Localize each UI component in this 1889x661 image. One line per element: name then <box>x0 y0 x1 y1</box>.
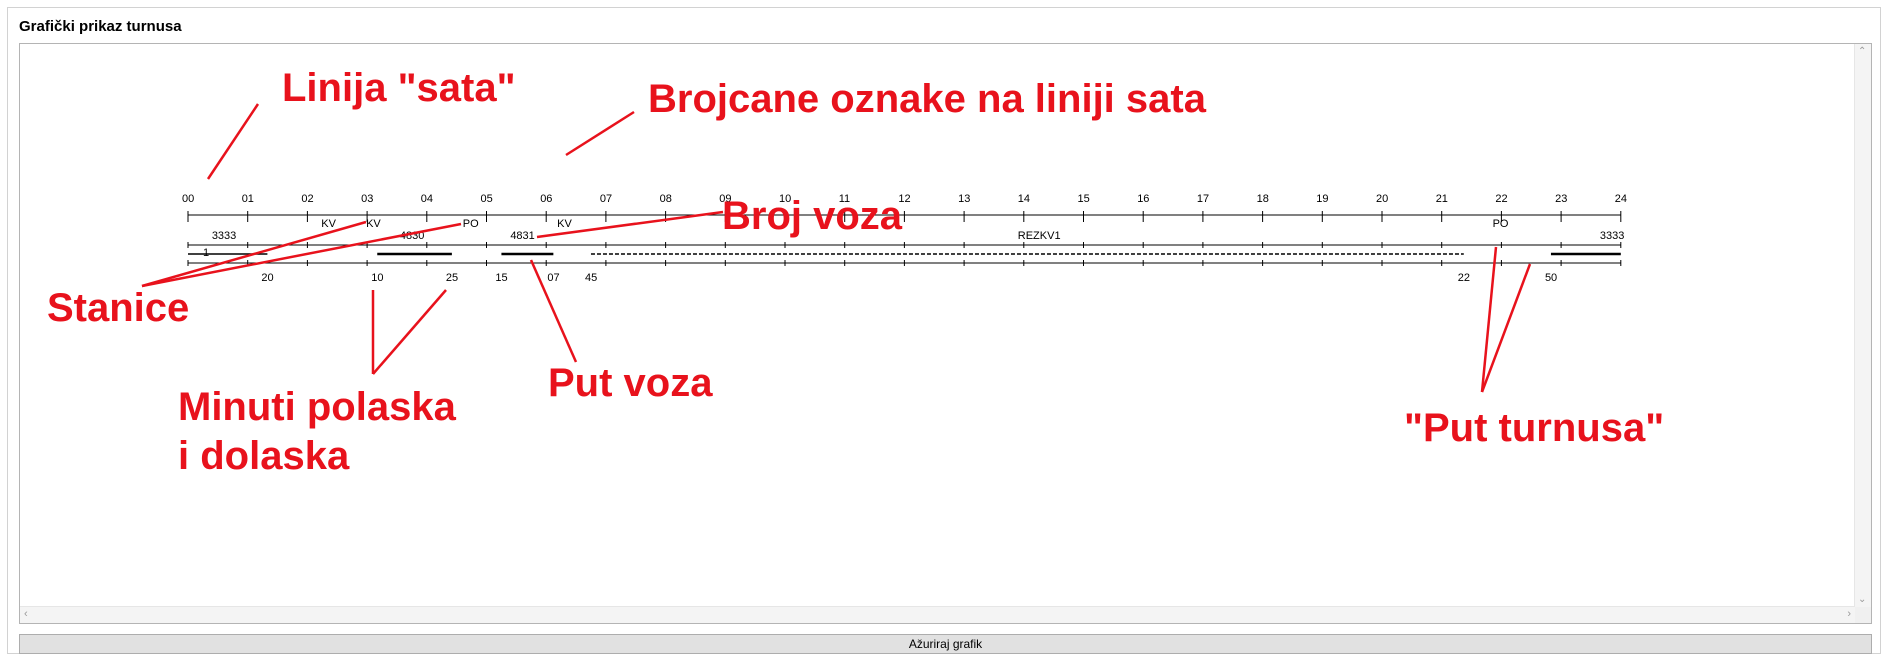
hour-tick-label: 21 <box>1436 193 1448 205</box>
station-label: KV <box>366 218 381 230</box>
annotation-hour-numbers: Brojcane oznake na liniji sata <box>648 77 1207 121</box>
hour-tick-label: 06 <box>540 193 552 205</box>
annotation-pointer-hour-line <box>206 103 260 180</box>
station-label: PO <box>1493 218 1509 230</box>
annotation-minutes-line1: Minuti polaska <box>178 385 457 429</box>
station-label: PO <box>463 218 479 230</box>
timeline-labels: KV KV PO KV PO3333 4830 4831 REZKV1 3333120 10 25 1… <box>203 218 1624 284</box>
minute-label: 10 <box>371 272 383 284</box>
annotation-train-number: Broj voza <box>722 194 903 238</box>
minute-label: 45 <box>585 272 597 284</box>
scrollbar-corner <box>1855 607 1871 623</box>
annotation-pointer-hour-numbers <box>565 110 635 157</box>
hour-tick-label: 17 <box>1197 193 1209 205</box>
scroll-left-icon[interactable]: ‹ <box>24 608 28 620</box>
minute-label: 50 <box>1545 272 1557 284</box>
minute-label: 20 <box>261 272 273 284</box>
minute-label: 07 <box>547 272 559 284</box>
update-graph-button[interactable]: Ažuriraj grafik <box>19 634 1872 654</box>
minute-label: 25 <box>446 272 458 284</box>
rotation-graph: 00 01 02 03 04 05 06 07 08 09 10 11 12 13 14 15 16 17 18 19… <box>47 66 1664 478</box>
hour-tick-label: 20 <box>1376 193 1388 205</box>
hour-tick-label: 19 <box>1316 193 1328 205</box>
hour-tick-label: 04 <box>421 193 433 205</box>
hour-tick-label: 07 <box>600 193 612 205</box>
train-number-label: REZKV1 <box>1018 230 1061 242</box>
station-label: KV <box>557 218 572 230</box>
train-number-label: 4831 <box>510 230 534 242</box>
annotations: Linija "sata" Brojcane oznake na liniji … <box>47 66 1664 478</box>
rotation-day-marker: 1 <box>203 247 209 259</box>
horizontal-scrollbar[interactable]: ‹ › <box>20 606 1855 623</box>
hour-tick-label: 03 <box>361 193 373 205</box>
hour-tick-label: 22 <box>1495 193 1507 205</box>
hour-tick-label: 08 <box>660 193 672 205</box>
vertical-scrollbar[interactable]: ⌃ ⌄ <box>1854 44 1871 607</box>
minute-label: 22 <box>1458 272 1470 284</box>
annotation-pointer-minutes-2 <box>372 289 447 375</box>
scroll-right-icon[interactable]: › <box>1847 608 1851 620</box>
scroll-up-icon[interactable]: ⌃ <box>1858 46 1866 57</box>
hour-tick-label: 16 <box>1137 193 1149 205</box>
train-number-label: 3333 <box>212 230 236 242</box>
annotation-train-path: Put voza <box>548 361 713 405</box>
graph-viewport[interactable]: 00 01 02 03 04 05 06 07 08 09 10 11 12 13 14 15 16 17 18 19… <box>19 43 1872 624</box>
scroll-down-icon[interactable]: ⌄ <box>1858 594 1866 605</box>
hour-tick-label: 13 <box>958 193 970 205</box>
annotation-hour-line: Linija "sata" <box>282 66 516 110</box>
train-number-label: 3333 <box>1600 230 1624 242</box>
hour-tick-label: 05 <box>481 193 493 205</box>
hour-tick-label: 23 <box>1555 193 1567 205</box>
hour-tick-label: 18 <box>1257 193 1269 205</box>
hour-tick-label: 24 <box>1615 193 1627 205</box>
hour-tick-label: 15 <box>1078 193 1090 205</box>
hour-tick-label: 00 <box>182 193 194 205</box>
hour-tick-label: 02 <box>301 193 313 205</box>
hour-tick-label: 14 <box>1018 193 1030 205</box>
annotation-stations: Stanice <box>47 286 189 330</box>
minute-label: 15 <box>495 272 507 284</box>
panel-title: Grafički prikaz turnusa <box>19 18 182 35</box>
station-label: KV <box>321 218 336 230</box>
annotation-pointer-stations-1 <box>141 220 367 288</box>
annotation-rotation-path: "Put turnusa" <box>1404 406 1664 450</box>
hour-tick-label: 01 <box>242 193 254 205</box>
annotation-minutes-line2: i dolaska <box>178 434 350 478</box>
